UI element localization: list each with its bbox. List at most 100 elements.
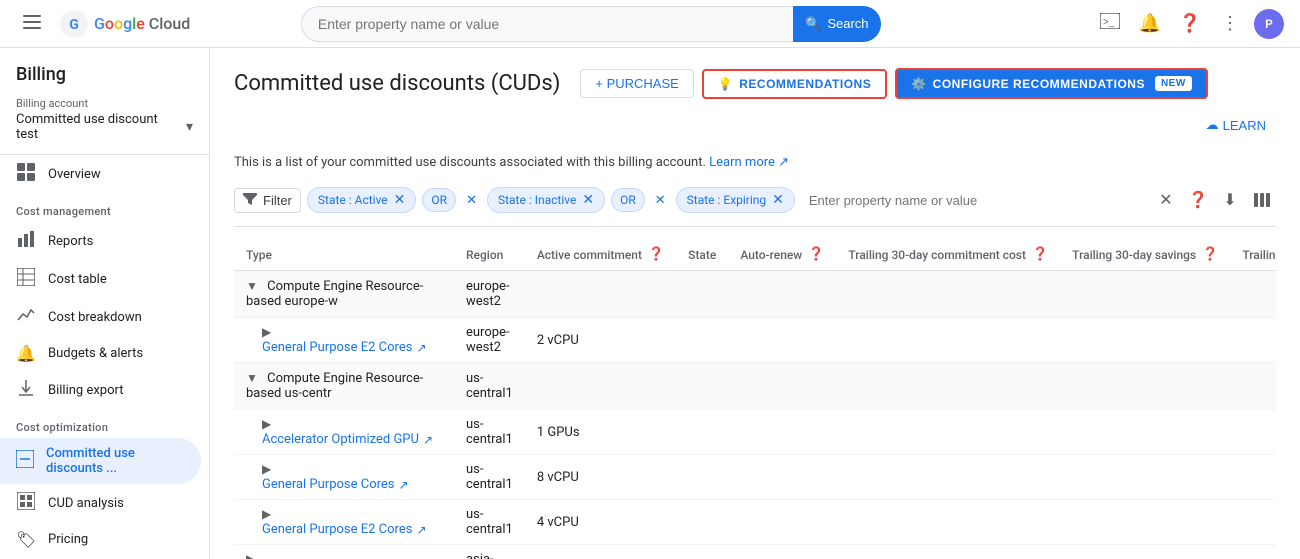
pricing-icon: 🏷 xyxy=(16,530,36,549)
clear-filter-btn[interactable]: ✕ xyxy=(1152,186,1180,214)
learn-more-link[interactable]: Learn more ↗ xyxy=(709,155,789,170)
columns-btn[interactable] xyxy=(1248,186,1276,214)
group-region-cell: europe-west2 xyxy=(454,271,525,318)
or-chip-2: OR xyxy=(611,188,645,212)
filter-help-btn[interactable]: ❓ xyxy=(1184,186,1212,214)
discounts-table: Type Region Active commitment ❓ State Au… xyxy=(234,239,1276,559)
filter-chip-inactive[interactable]: State : Inactive ✕ xyxy=(487,187,605,213)
expand-icon[interactable]: ▶ xyxy=(262,325,271,339)
console-icon: >_ xyxy=(1100,13,1120,34)
sidebar-item-label: Pricing xyxy=(48,532,88,547)
filter-chip-expiring[interactable]: State : Expiring ✕ xyxy=(676,187,795,213)
or-close-1[interactable]: ✕ xyxy=(462,191,481,210)
sidebar-item-committed-use-discounts[interactable]: Committed use discounts ... xyxy=(0,438,201,484)
content-area: Committed use discounts (CUDs) + PURCHAS… xyxy=(210,48,1300,559)
sidebar-item-overview[interactable]: Overview xyxy=(0,155,201,193)
expand-icon[interactable]: ▶ xyxy=(262,507,271,521)
auto-renew-cell xyxy=(728,318,836,363)
savings-help-icon[interactable]: ❓ xyxy=(1202,247,1218,262)
cost-cell xyxy=(836,318,1060,363)
svg-text:>_: >_ xyxy=(1103,17,1115,28)
or-close-2[interactable]: ✕ xyxy=(651,191,670,210)
billing-account-section: Billing account Committed use discount t… xyxy=(0,93,209,155)
th-commitment-cost: Trailing 30-day commitment cost ❓ xyxy=(836,239,1060,271)
sidebar-item-budgets-alerts[interactable]: 🔔 Budgets & alerts xyxy=(0,336,201,371)
console-icon-btn[interactable]: >_ xyxy=(1094,8,1126,40)
commitment-cost-help-icon[interactable]: ❓ xyxy=(1032,247,1048,262)
sidebar: Billing Billing account Committed use di… xyxy=(0,48,210,559)
learn-icon: ☁ xyxy=(1206,117,1219,133)
sidebar-item-cud-analysis[interactable]: CUD analysis xyxy=(0,484,201,522)
search-button[interactable]: 🔍 Search xyxy=(793,6,881,42)
sidebar-item-pricing[interactable]: 🏷 Pricing xyxy=(0,522,201,557)
download-btn[interactable]: ⬇ xyxy=(1216,186,1244,214)
new-badge: NEW xyxy=(1155,76,1192,91)
table-container: Type Region Active commitment ❓ State Au… xyxy=(234,239,1276,559)
expand-icon[interactable]: ▶ xyxy=(262,462,271,476)
overview-icon xyxy=(16,163,36,185)
group-region-cell: us-central1 xyxy=(454,363,525,410)
reports-icon xyxy=(16,230,36,252)
auto-renew-cell xyxy=(728,500,836,545)
table-row: ▶ Cloud SQL Database VM ↗ asia-east1 $1.… xyxy=(234,545,1276,559)
region-cell: europe-west2 xyxy=(454,318,525,363)
state-cell xyxy=(676,545,728,559)
recommendations-button[interactable]: 💡 RECOMMENDATIONS xyxy=(702,69,887,99)
user-avatar[interactable]: P xyxy=(1254,9,1284,39)
sidebar-item-label: Overview xyxy=(48,167,101,182)
filter-chip-close-active[interactable]: ✕ xyxy=(394,192,406,208)
sidebar-item-cost-table[interactable]: Cost table xyxy=(0,260,201,298)
bell-icon: 🔔 xyxy=(1139,13,1161,34)
state-cell xyxy=(676,318,728,363)
sidebar-header: Billing xyxy=(0,48,209,93)
sidebar-item-cost-breakdown[interactable]: Cost breakdown xyxy=(0,298,201,336)
collapse-icon[interactable]: ▼ xyxy=(246,279,258,293)
more-options-btn[interactable]: ⋮ xyxy=(1214,8,1246,40)
th-region: Region xyxy=(454,239,525,271)
table-row: ▶ General Purpose E2 Cores ↗ europe-west… xyxy=(234,318,1276,363)
th-active-commitment: Active commitment ❓ xyxy=(525,239,676,271)
type-link[interactable]: General Purpose E2 Cores ↗ xyxy=(262,340,442,355)
filter-input[interactable] xyxy=(801,189,1146,212)
sidebar-item-billing-export[interactable]: Billing export xyxy=(0,371,201,409)
sidebar-item-label: Cost breakdown xyxy=(48,310,142,325)
search-icon: 🔍 xyxy=(805,16,821,32)
utilization-cell xyxy=(1230,500,1276,545)
menu-button[interactable] xyxy=(16,8,48,40)
filter-button[interactable]: Filter xyxy=(234,188,301,213)
active-commitment-help-icon[interactable]: ❓ xyxy=(648,247,664,262)
type-link[interactable]: General Purpose Cores ↗ xyxy=(262,477,442,492)
state-cell xyxy=(676,455,728,500)
configure-recommendations-button[interactable]: ⚙️ CONFIGURE RECOMMENDATIONS NEW xyxy=(895,68,1208,99)
filter-actions: ✕ ❓ ⬇ xyxy=(1152,186,1276,214)
th-type: Type xyxy=(234,239,454,271)
filter-chip-close-inactive[interactable]: ✕ xyxy=(582,192,594,208)
type-link[interactable]: General Purpose E2 Cores ↗ xyxy=(262,522,442,537)
cost-cell xyxy=(836,500,1060,545)
auto-renew-help-icon[interactable]: ❓ xyxy=(808,247,824,262)
savings-cell xyxy=(1060,455,1230,500)
notifications-icon-btn[interactable]: 🔔 xyxy=(1134,8,1166,40)
commitment-cell: 1 GPUs xyxy=(525,410,676,455)
type-link[interactable]: Accelerator Optimized GPU ↗ xyxy=(262,432,442,447)
help-icon-btn[interactable]: ❓ xyxy=(1174,8,1206,40)
topbar: G Google Cloud 🔍 Search >_ 🔔 ❓ ⋮ P xyxy=(0,0,1300,48)
question-icon: ❓ xyxy=(1179,13,1201,34)
filter-chip-active[interactable]: State : Active ✕ xyxy=(307,187,417,213)
expand-icon[interactable]: ▶ xyxy=(246,552,255,559)
page-header: Committed use discounts (CUDs) + PURCHAS… xyxy=(234,68,1276,139)
sidebar-item-reports[interactable]: Reports xyxy=(0,222,201,260)
savings-cell: -$491.36 xyxy=(1060,545,1230,559)
purchase-button[interactable]: + PURCHASE xyxy=(580,69,693,98)
filter-chip-close-expiring[interactable]: ✕ xyxy=(772,192,784,208)
expand-icon[interactable]: ▶ xyxy=(262,417,271,431)
collapse-icon[interactable]: ▼ xyxy=(246,371,258,385)
billing-account-label: Billing account xyxy=(16,97,193,110)
learn-button[interactable]: ☁ LEARN xyxy=(1196,111,1276,139)
external-link-icon: ↗ xyxy=(423,433,433,447)
sidebar-item-label: Reports xyxy=(48,234,93,249)
utilization-cell xyxy=(1230,455,1276,500)
billing-account-name[interactable]: Committed use discount test ▾ xyxy=(16,112,193,142)
external-link-icon: ↗ xyxy=(778,155,789,170)
cost-cell xyxy=(836,410,1060,455)
